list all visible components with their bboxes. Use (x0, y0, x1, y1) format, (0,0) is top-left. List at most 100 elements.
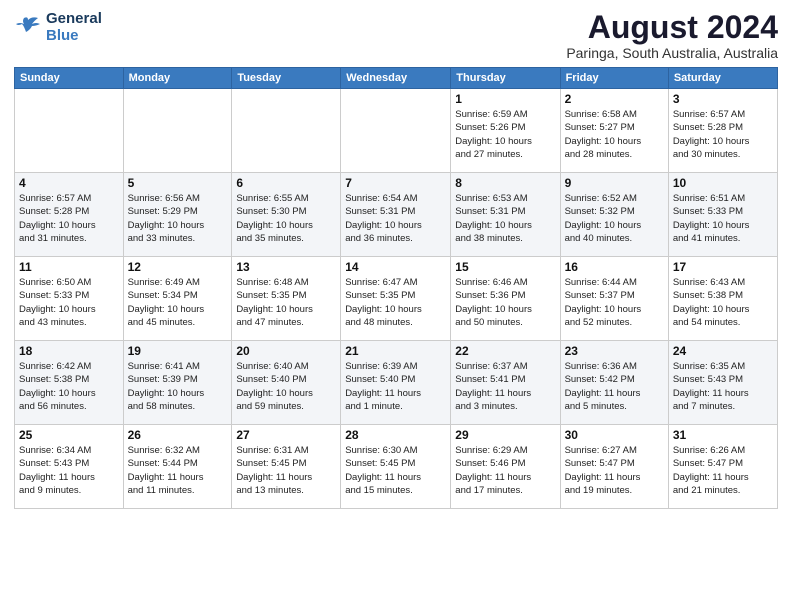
day-info: Sunrise: 6:50 AMSunset: 5:33 PMDaylight:… (19, 276, 119, 329)
col-header-sunday: Sunday (15, 68, 124, 89)
calendar-subtitle: Paringa, South Australia, Australia (566, 45, 778, 61)
col-header-wednesday: Wednesday (341, 68, 451, 89)
day-info: Sunrise: 6:39 AMSunset: 5:40 PMDaylight:… (345, 360, 446, 413)
calendar-cell: 3 Sunrise: 6:57 AMSunset: 5:28 PMDaylight… (668, 89, 777, 173)
day-info: Sunrise: 6:32 AMSunset: 5:44 PMDaylight:… (128, 444, 228, 497)
day-number: 15 (455, 260, 555, 274)
calendar-cell: 12 Sunrise: 6:49 AMSunset: 5:34 PMDayligh… (123, 257, 232, 341)
day-number: 21 (345, 344, 446, 358)
day-info: Sunrise: 6:48 AMSunset: 5:35 PMDaylight:… (236, 276, 336, 329)
calendar-cell: 15Sunrise: 6:46 AMSunset: 5:36 PMDayligh… (451, 257, 560, 341)
day-number: 25 (19, 428, 119, 442)
day-info: Sunrise: 6:58 AMSunset: 5:27 PMDaylight:… (565, 108, 664, 161)
calendar-week-row: 25 Sunrise: 6:34 AMSunset: 5:43 PMDayligh… (15, 425, 778, 509)
calendar-cell (232, 89, 341, 173)
day-number: 2 (565, 92, 664, 106)
calendar-cell: 16 Sunrise: 6:44 AMSunset: 5:37 PMDayligh… (560, 257, 668, 341)
logo-line1: General (46, 10, 102, 27)
day-info: Sunrise: 6:44 AMSunset: 5:37 PMDaylight:… (565, 276, 664, 329)
logo: General Blue (14, 10, 102, 45)
day-number: 31 (673, 428, 773, 442)
col-header-monday: Monday (123, 68, 232, 89)
calendar-cell: 18 Sunrise: 6:42 AMSunset: 5:38 PMDayligh… (15, 341, 124, 425)
calendar-header-row: SundayMondayTuesdayWednesdayThursdayFrid… (15, 68, 778, 89)
day-number: 20 (236, 344, 336, 358)
day-number: 17 (673, 260, 773, 274)
calendar-cell: 23Sunrise: 6:36 AMSunset: 5:42 PMDayligh… (560, 341, 668, 425)
calendar-title: August 2024 (566, 10, 778, 45)
day-info: Sunrise: 6:53 AMSunset: 5:31 PMDaylight:… (455, 192, 555, 245)
day-info: Sunrise: 6:29 AMSunset: 5:46 PMDaylight:… (455, 444, 555, 497)
calendar-cell: 21 Sunrise: 6:39 AMSunset: 5:40 PMDayligh… (341, 341, 451, 425)
day-info: Sunrise: 6:34 AMSunset: 5:43 PMDaylight:… (19, 444, 119, 497)
logo-bird-icon (14, 16, 42, 38)
calendar-cell: 10 Sunrise: 6:51 AMSunset: 5:33 PMDayligh… (668, 173, 777, 257)
day-number: 8 (455, 176, 555, 190)
day-number: 18 (19, 344, 119, 358)
day-info: Sunrise: 6:35 AMSunset: 5:43 PMDaylight:… (673, 360, 773, 413)
logo-text: General Blue (46, 10, 102, 45)
day-number: 27 (236, 428, 336, 442)
calendar-cell (341, 89, 451, 173)
calendar-cell: 20 Sunrise: 6:40 AMSunset: 5:40 PMDayligh… (232, 341, 341, 425)
calendar-cell: 9 Sunrise: 6:52 AMSunset: 5:32 PMDaylight… (560, 173, 668, 257)
calendar-cell: 29Sunrise: 6:29 AMSunset: 5:46 PMDayligh… (451, 425, 560, 509)
col-header-friday: Friday (560, 68, 668, 89)
calendar-cell: 11Sunrise: 6:50 AMSunset: 5:33 PMDayligh… (15, 257, 124, 341)
page: General Blue August 2024 Paringa, South … (0, 0, 792, 612)
calendar-cell: 24 Sunrise: 6:35 AMSunset: 5:43 PMDayligh… (668, 341, 777, 425)
calendar-week-row: 11Sunrise: 6:50 AMSunset: 5:33 PMDayligh… (15, 257, 778, 341)
day-number: 16 (565, 260, 664, 274)
calendar-cell: 6Sunrise: 6:55 AMSunset: 5:30 PMDaylight… (232, 173, 341, 257)
day-info: Sunrise: 6:37 AMSunset: 5:41 PMDaylight:… (455, 360, 555, 413)
day-info: Sunrise: 6:57 AMSunset: 5:28 PMDaylight:… (19, 192, 119, 245)
day-info: Sunrise: 6:47 AMSunset: 5:35 PMDaylight:… (345, 276, 446, 329)
calendar-cell: 7 Sunrise: 6:54 AMSunset: 5:31 PMDaylight… (341, 173, 451, 257)
calendar-cell: 22 Sunrise: 6:37 AMSunset: 5:41 PMDayligh… (451, 341, 560, 425)
day-info: Sunrise: 6:49 AMSunset: 5:34 PMDaylight:… (128, 276, 228, 329)
day-number: 10 (673, 176, 773, 190)
day-number: 19 (128, 344, 228, 358)
day-number: 5 (128, 176, 228, 190)
day-info: Sunrise: 6:54 AMSunset: 5:31 PMDaylight:… (345, 192, 446, 245)
day-number: 22 (455, 344, 555, 358)
day-info: Sunrise: 6:51 AMSunset: 5:33 PMDaylight:… (673, 192, 773, 245)
day-info: Sunrise: 6:57 AMSunset: 5:28 PMDaylight:… (673, 108, 773, 161)
calendar-cell: 17 Sunrise: 6:43 AMSunset: 5:38 PMDayligh… (668, 257, 777, 341)
calendar-table: SundayMondayTuesdayWednesdayThursdayFrid… (14, 67, 778, 509)
day-number: 9 (565, 176, 664, 190)
day-number: 24 (673, 344, 773, 358)
day-number: 13 (236, 260, 336, 274)
calendar-cell: 30Sunrise: 6:27 AMSunset: 5:47 PMDayligh… (560, 425, 668, 509)
day-number: 3 (673, 92, 773, 106)
day-number: 23 (565, 344, 664, 358)
day-info: Sunrise: 6:52 AMSunset: 5:32 PMDaylight:… (565, 192, 664, 245)
day-info: Sunrise: 6:59 AMSunset: 5:26 PMDaylight:… (455, 108, 555, 161)
calendar-cell: 31Sunrise: 6:26 AMSunset: 5:47 PMDayligh… (668, 425, 777, 509)
day-number: 28 (345, 428, 446, 442)
calendar-cell: 4 Sunrise: 6:57 AMSunset: 5:28 PMDaylight… (15, 173, 124, 257)
calendar-cell: 25 Sunrise: 6:34 AMSunset: 5:43 PMDayligh… (15, 425, 124, 509)
day-info: Sunrise: 6:43 AMSunset: 5:38 PMDaylight:… (673, 276, 773, 329)
day-number: 26 (128, 428, 228, 442)
calendar-cell: 19Sunrise: 6:41 AMSunset: 5:39 PMDayligh… (123, 341, 232, 425)
day-number: 4 (19, 176, 119, 190)
day-number: 6 (236, 176, 336, 190)
day-info: Sunrise: 6:27 AMSunset: 5:47 PMDaylight:… (565, 444, 664, 497)
day-number: 12 (128, 260, 228, 274)
calendar-cell: 28 Sunrise: 6:30 AMSunset: 5:45 PMDayligh… (341, 425, 451, 509)
calendar-week-row: 18 Sunrise: 6:42 AMSunset: 5:38 PMDayligh… (15, 341, 778, 425)
calendar-cell (15, 89, 124, 173)
logo-line2: Blue (46, 27, 102, 44)
title-block: August 2024 Paringa, South Australia, Au… (566, 10, 778, 61)
calendar-cell: 27Sunrise: 6:31 AMSunset: 5:45 PMDayligh… (232, 425, 341, 509)
calendar-cell (123, 89, 232, 173)
day-info: Sunrise: 6:40 AMSunset: 5:40 PMDaylight:… (236, 360, 336, 413)
day-number: 7 (345, 176, 446, 190)
col-header-thursday: Thursday (451, 68, 560, 89)
calendar-cell: 13 Sunrise: 6:48 AMSunset: 5:35 PMDayligh… (232, 257, 341, 341)
day-info: Sunrise: 6:30 AMSunset: 5:45 PMDaylight:… (345, 444, 446, 497)
day-number: 14 (345, 260, 446, 274)
day-info: Sunrise: 6:42 AMSunset: 5:38 PMDaylight:… (19, 360, 119, 413)
col-header-saturday: Saturday (668, 68, 777, 89)
